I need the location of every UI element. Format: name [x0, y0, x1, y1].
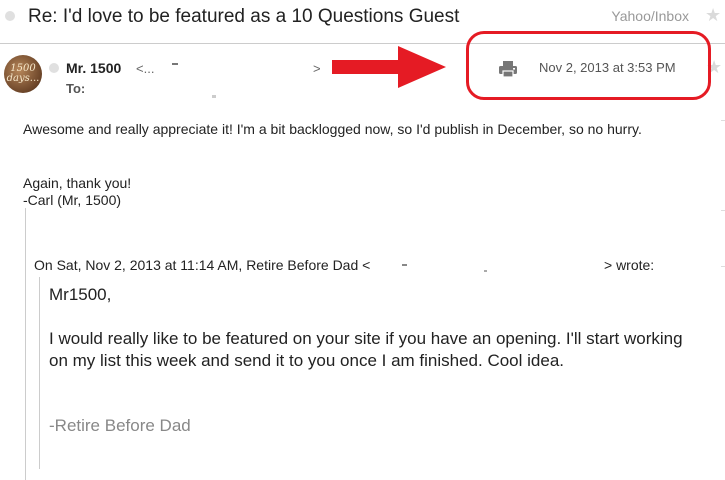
body-paragraph-2-line-1: Again, thank you!: [23, 175, 132, 191]
star-icon[interactable]: ★: [705, 6, 721, 24]
message-body-paragraph: Awesome and really appreciate it! I'm a …: [23, 121, 703, 138]
redaction-mark: [484, 270, 487, 272]
email-subject: Re: I'd love to be featured as a 10 Ques…: [28, 6, 460, 27]
avatar[interactable]: 1500 days...: [4, 55, 42, 93]
redaction-mark: [402, 264, 407, 266]
sender-email[interactable]: <...: [136, 61, 154, 76]
quote-border-inner: [39, 277, 40, 469]
quote-attribution: On Sat, Nov 2, 2013 at 11:14 AM, Retire …: [34, 257, 371, 273]
read-status-dot-icon[interactable]: [49, 63, 59, 73]
scrollbar-tick[interactable]: [721, 266, 725, 267]
body-paragraph-2-line-2: -Carl (Mr, 1500): [23, 192, 122, 208]
scrollbar-tick[interactable]: [721, 210, 725, 211]
folder-breadcrumb[interactable]: Yahoo/Inbox: [611, 8, 689, 24]
quote-border: [25, 208, 26, 480]
quote-attribution-tail: > wrote:: [604, 257, 655, 273]
red-arrow-annotation-icon: [332, 46, 446, 88]
body-paragraph-1: Awesome and really appreciate it! I'm a …: [23, 121, 642, 137]
to-label: To:: [66, 81, 86, 96]
unread-dot-icon[interactable]: [5, 11, 15, 21]
redaction-mark: [212, 95, 216, 98]
sender-email-close: >: [313, 61, 321, 76]
sender-name[interactable]: Mr. 1500: [66, 60, 121, 76]
quoted-greeting: Mr1500,: [49, 285, 112, 304]
quoted-body: I would really like to be featured on yo…: [49, 329, 683, 370]
message-body-paragraph: Again, thank you! -Carl (Mr, 1500): [23, 175, 131, 209]
quoted-signature: -Retire Before Dad: [49, 416, 191, 435]
scrollbar-tick[interactable]: [721, 120, 725, 121]
redaction-mark: [172, 63, 178, 65]
highlight-annotation-oval: [466, 31, 711, 100]
